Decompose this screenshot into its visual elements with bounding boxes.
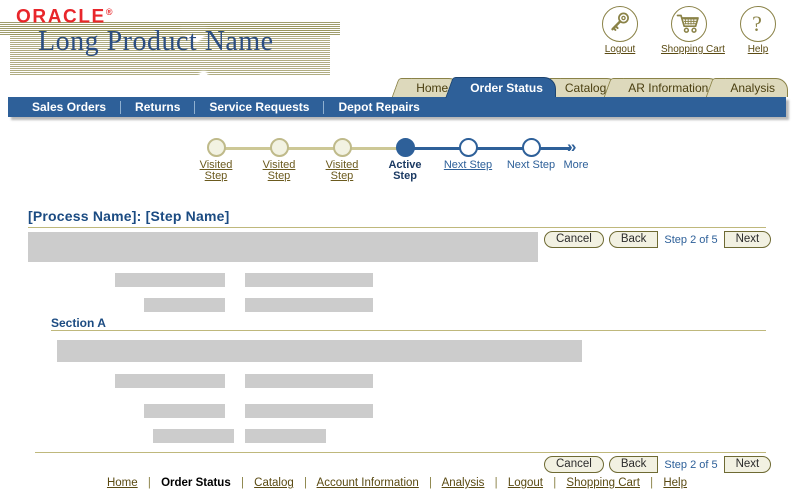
oracle-logo-registered-mark: ®: [105, 7, 113, 17]
tab-order-status[interactable]: Order Status: [455, 77, 556, 97]
question-mark-icon[interactable]: ?: [740, 6, 776, 42]
section-a-rule: [51, 330, 766, 331]
footer-separator: |: [303, 477, 307, 489]
product-name: Long Product Name: [38, 26, 274, 57]
cancel-button-bottom[interactable]: Cancel: [544, 456, 604, 473]
train-label-active: Active Step: [388, 159, 422, 182]
back-button-bottom[interactable]: Back: [608, 456, 659, 473]
secondary-menu-bar: Sales Orders Returns Service Requests De…: [8, 97, 786, 117]
tab-order-status-label: Order Status: [470, 81, 543, 95]
content-placeholder-bar: [245, 429, 326, 443]
next-button-top[interactable]: Next: [723, 231, 772, 248]
tab-ar-information-label: AR Information: [628, 81, 709, 95]
shopping-cart-icon[interactable]: [671, 6, 707, 42]
train-circle-next: [521, 138, 541, 157]
train-circle-next[interactable]: [458, 138, 478, 157]
process-train-labels: Visited Step Visited Step Visited Step A…: [185, 160, 595, 190]
footer-separator: |: [494, 477, 498, 489]
train-circle-visited[interactable]: [269, 138, 289, 157]
footer-separator: |: [553, 477, 557, 489]
train-node-visited-1[interactable]: [185, 136, 247, 157]
global-action-shopping-cart[interactable]: Shopping Cart: [661, 6, 725, 55]
content-placeholder-bar: [28, 232, 538, 262]
footer-link-account-information[interactable]: Account Information: [317, 477, 419, 489]
footer-separator: |: [240, 477, 244, 489]
footer-link-help[interactable]: Help: [663, 477, 687, 489]
train-label-more[interactable]: More: [545, 160, 607, 171]
content-placeholder-bar: [153, 429, 234, 443]
logout-link-label[interactable]: Logout: [605, 44, 636, 55]
content-placeholder-bar: [57, 340, 582, 362]
train-label-next-1[interactable]: Next Step: [437, 160, 499, 171]
content-placeholder-bar: [245, 374, 373, 388]
next-button-bottom[interactable]: Next: [723, 456, 772, 473]
bottom-rule: [35, 452, 766, 453]
content-placeholder-bar: [245, 273, 373, 287]
footer-link-shopping-cart[interactable]: Shopping Cart: [566, 477, 640, 489]
process-train-nodes: »: [185, 136, 595, 160]
footer-link-analysis[interactable]: Analysis: [442, 477, 485, 489]
train-node-active: [374, 136, 436, 157]
content-placeholder-bar: [115, 374, 225, 388]
global-icon-bar: Logout Shopping Cart ? Help: [592, 6, 786, 55]
menu-item-sales-orders[interactable]: Sales Orders: [18, 100, 120, 114]
process-train: » Visited Step Visited Step Visited Step…: [185, 136, 595, 192]
back-button-top[interactable]: Back: [608, 231, 659, 248]
tab-analysis[interactable]: Analysis: [715, 78, 788, 97]
train-node-visited-3[interactable]: [311, 136, 373, 157]
step-counter-bottom: Step 2 of 5: [664, 458, 718, 471]
menu-item-depot-repairs[interactable]: Depot Repairs: [324, 100, 433, 114]
footer-link-catalog[interactable]: Catalog: [254, 477, 294, 489]
content-placeholder-bar: [245, 404, 373, 418]
primary-tab-bar: Home Order Status Catalog AR Information…: [0, 77, 794, 97]
footer-link-order-status: Order Status: [161, 477, 231, 489]
top-action-button-row: Cancel Back Step 2 of 5 Next: [544, 231, 772, 248]
train-label-visited-2[interactable]: Visited Step: [248, 160, 310, 182]
train-circle-active: [395, 138, 415, 157]
footer-separator: |: [429, 477, 433, 489]
step-counter-top: Step 2 of 5: [664, 233, 718, 246]
content-placeholder-bar: [144, 298, 225, 312]
tab-ar-information[interactable]: AR Information: [613, 78, 722, 97]
train-circle-visited[interactable]: [206, 138, 226, 157]
double-chevron-right-icon: »: [567, 137, 577, 156]
shopping-cart-link-label[interactable]: Shopping Cart: [661, 44, 725, 55]
cancel-button-top[interactable]: Cancel: [544, 231, 604, 248]
content-placeholder-bar: [245, 298, 373, 312]
train-node-next-1[interactable]: [437, 136, 499, 157]
global-action-logout[interactable]: Logout: [592, 6, 648, 55]
footer-link-logout[interactable]: Logout: [508, 477, 543, 489]
oracle-logo-text: ORACLE: [16, 6, 106, 28]
section-header-a: Section A: [51, 316, 106, 330]
footer-separator: |: [650, 477, 654, 489]
content-placeholder-bar: [115, 273, 225, 287]
train-node-next-2: [500, 136, 562, 157]
menu-item-service-requests[interactable]: Service Requests: [195, 100, 323, 114]
footer-link-home[interactable]: Home: [107, 477, 138, 489]
train-node-visited-2[interactable]: [248, 136, 310, 157]
footer-separator: |: [147, 477, 151, 489]
svg-text:?: ?: [752, 11, 762, 36]
menu-item-returns[interactable]: Returns: [121, 100, 194, 114]
tab-analysis-label: Analysis: [730, 81, 775, 95]
key-icon[interactable]: [602, 6, 638, 42]
help-link-label[interactable]: Help: [748, 44, 769, 55]
train-circle-visited[interactable]: [332, 138, 352, 157]
page-title: [Process Name]: [Step Name]: [28, 208, 230, 224]
global-action-help[interactable]: ? Help: [730, 6, 786, 55]
bottom-action-button-row: Cancel Back Step 2 of 5 Next: [544, 456, 772, 473]
tab-catalog-label: Catalog: [564, 81, 607, 95]
page-title-rule: [28, 227, 766, 228]
footer-link-bar: Home | Order Status | Catalog | Account …: [0, 477, 794, 489]
oracle-logo: ORACLE®: [16, 2, 112, 27]
content-placeholder-bar: [144, 404, 225, 418]
train-label-visited-1[interactable]: Visited Step: [185, 160, 247, 182]
tab-home-label: Home: [416, 81, 449, 95]
train-label-visited-3[interactable]: Visited Step: [311, 160, 373, 182]
